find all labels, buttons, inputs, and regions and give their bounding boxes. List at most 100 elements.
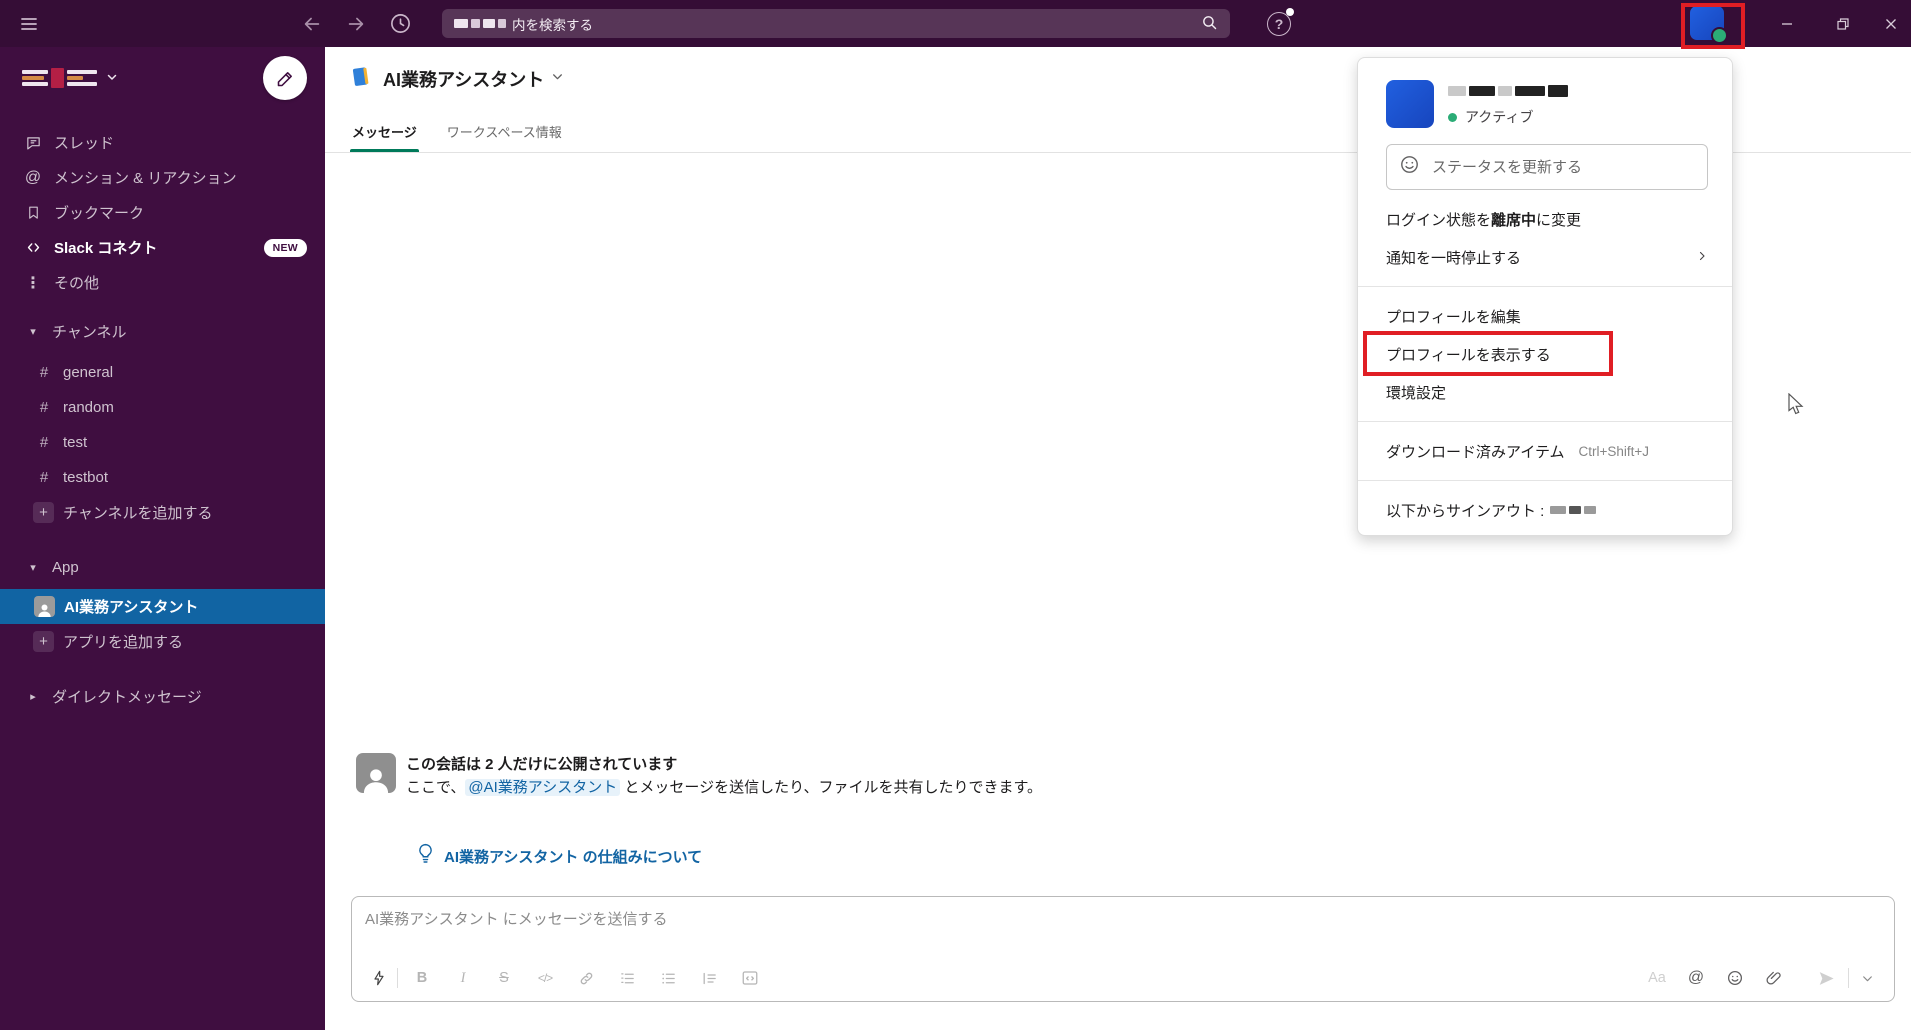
channel-general[interactable]: # general xyxy=(0,355,325,390)
composer-toolbar: B I S </> Aa @ xyxy=(365,962,1881,994)
sidebar-item-bookmarks[interactable]: ブックマーク xyxy=(0,195,325,230)
status-input[interactable] xyxy=(1430,157,1695,177)
profile-dropdown-menu: アクティブ ログイン状態を離席中に変更 通知を一時停止する プロフィールを xyxy=(1357,57,1733,536)
add-app-button[interactable]: + アプリを追加する xyxy=(0,624,325,659)
pause-label: 通知を一時停止する xyxy=(1386,249,1522,267)
menu-item-edit-profile[interactable]: プロフィールを編集 xyxy=(1358,297,1732,335)
plus-icon: + xyxy=(33,631,54,652)
channel-random[interactable]: # random xyxy=(0,390,325,425)
menu-item-set-away[interactable]: ログイン状態を 離席中 に変更 xyxy=(1358,200,1732,238)
hash-icon: # xyxy=(39,399,49,416)
link-button[interactable] xyxy=(572,964,600,992)
search-icon xyxy=(1201,14,1218,34)
new-message-button[interactable] xyxy=(263,56,307,100)
mention-link[interactable]: @AI業務アシスタント xyxy=(465,779,621,796)
sidebar-item-more[interactable]: ⋮ その他 xyxy=(0,265,325,300)
history-back-button[interactable] xyxy=(296,0,328,47)
history-clock-button[interactable] xyxy=(384,0,416,47)
workspace-switcher[interactable] xyxy=(0,47,325,109)
intro-before: ここで、 xyxy=(406,779,466,796)
workspace-logo-redacted xyxy=(22,68,97,88)
bold-button[interactable]: B xyxy=(408,964,436,992)
downloads-shortcut: Ctrl+Shift+J xyxy=(1578,443,1650,459)
presence-active-dot xyxy=(1711,27,1728,44)
add-channel-button[interactable]: + チャンネルを追加する xyxy=(0,495,325,530)
tab-workspace-info[interactable]: ワークスペース情報 xyxy=(447,110,562,152)
downloads-label: ダウンロード済みアイテム xyxy=(1386,443,1565,461)
code-block-button[interactable] xyxy=(736,964,764,992)
message-input[interactable] xyxy=(352,897,1830,928)
hamburger-menu-icon[interactable] xyxy=(14,0,44,47)
hash-icon: # xyxy=(39,364,49,381)
history-forward-button[interactable] xyxy=(340,0,372,47)
status-update-field[interactable] xyxy=(1386,144,1708,190)
apps-section: ▾ App AI業務アシスタント + アプリを追加する xyxy=(0,550,325,659)
send-button[interactable] xyxy=(1812,964,1840,992)
menu-divider xyxy=(1358,286,1732,287)
tab-messages[interactable]: メッセージ xyxy=(350,110,419,152)
apps-section-header[interactable]: ▾ App xyxy=(0,550,325,585)
shortcuts-lightning-icon[interactable] xyxy=(365,964,393,992)
menu-divider xyxy=(1358,421,1732,422)
sign-out-label: 以下からサインアウト : xyxy=(1386,502,1545,520)
page-title[interactable]: AI業務アシスタント xyxy=(383,66,544,92)
dm-section-header[interactable]: ▸ ダイレクトメッセージ xyxy=(0,679,325,714)
chevron-right-icon xyxy=(1696,249,1708,266)
window-restore-button[interactable] xyxy=(1827,0,1859,47)
user-avatar-button[interactable] xyxy=(1690,6,1728,44)
menu-item-view-profile[interactable]: プロフィールを表示する xyxy=(1358,331,1732,376)
preferences-label: 環境設定 xyxy=(1386,384,1447,402)
window-close-button[interactable] xyxy=(1875,0,1907,47)
code-button[interactable]: </> xyxy=(531,964,559,992)
attach-paperclip-button[interactable] xyxy=(1760,964,1788,992)
menu-item-downloads[interactable]: ダウンロード済みアイテム Ctrl+Shift+J xyxy=(1358,432,1732,470)
section-label: ダイレクトメッセージ xyxy=(52,689,202,706)
menu-item-pause-notifications[interactable]: 通知を一時停止する xyxy=(1358,238,1732,276)
italic-button[interactable]: I xyxy=(449,964,477,992)
edit-profile-label: プロフィールを編集 xyxy=(1386,308,1521,326)
channels-section-header[interactable]: ▾ チャンネル xyxy=(0,314,325,349)
bot-avatar xyxy=(356,753,396,793)
menu-item-sign-out[interactable]: 以下からサインアウト : xyxy=(1358,491,1732,529)
how-it-works-link[interactable]: AI業務アシスタント の仕組みについて xyxy=(444,846,702,867)
window-minimize-button[interactable] xyxy=(1771,0,1803,47)
section-label: App xyxy=(52,559,79,576)
mentions-icon: @ xyxy=(24,168,42,186)
message-composer: B I S </> A xyxy=(351,896,1895,1002)
caret-down-icon: ▾ xyxy=(30,562,36,574)
sidebar-nav: スレッド @ メンション & リアクション ブックマーク Slack コネクト … xyxy=(0,109,325,300)
channels-section: ▾ チャンネル # general # random # test # test… xyxy=(0,314,325,530)
format-toggle-button[interactable]: Aa xyxy=(1643,964,1671,992)
mention-button[interactable]: @ xyxy=(1682,964,1710,992)
channel-test[interactable]: # test xyxy=(0,425,325,460)
menu-item-preferences[interactable]: 環境設定 xyxy=(1358,373,1732,411)
profile-identity: アクティブ xyxy=(1448,80,1568,128)
app-item-ai-assistant[interactable]: AI業務アシスタント xyxy=(0,589,325,624)
sidebar-item-mentions[interactable]: @ メンション & リアクション xyxy=(0,160,325,195)
strikethrough-button[interactable]: S xyxy=(490,964,518,992)
intro-description: ここで、 @AI業務アシスタント とメッセージを送信したり、ファイルを共有したりで… xyxy=(406,776,1042,799)
sidebar-item-threads[interactable]: スレッド xyxy=(0,125,325,160)
emoji-button[interactable] xyxy=(1721,964,1749,992)
lightbulb-icon xyxy=(417,843,434,869)
app-book-icon xyxy=(350,65,373,93)
schedule-send-chevron-button[interactable] xyxy=(1853,964,1881,992)
add-channel-label: チャンネルを追加する xyxy=(63,505,213,522)
search-input[interactable]: 内を検索する xyxy=(442,9,1230,38)
blockquote-button[interactable] xyxy=(695,964,723,992)
threads-icon xyxy=(22,134,44,151)
sidebar-item-label: ブックマーク xyxy=(54,205,145,222)
caret-right-icon: ▸ xyxy=(30,691,36,703)
smiley-icon xyxy=(1399,154,1420,180)
help-notification-dot xyxy=(1286,8,1294,16)
channel-testbot[interactable]: # testbot xyxy=(0,460,325,495)
ordered-list-button[interactable] xyxy=(613,964,641,992)
profile-menu-header: アクティブ xyxy=(1358,58,1732,128)
sidebar-item-slack-connect[interactable]: Slack コネクト NEW xyxy=(0,230,325,265)
app-avatar xyxy=(34,596,55,617)
set-away-post: に変更 xyxy=(1536,211,1582,229)
bulleted-list-button[interactable] xyxy=(654,964,682,992)
app-label: AI業務アシスタント xyxy=(64,599,199,616)
dm-section: ▸ ダイレクトメッセージ xyxy=(0,679,325,714)
avatar xyxy=(1386,80,1434,128)
